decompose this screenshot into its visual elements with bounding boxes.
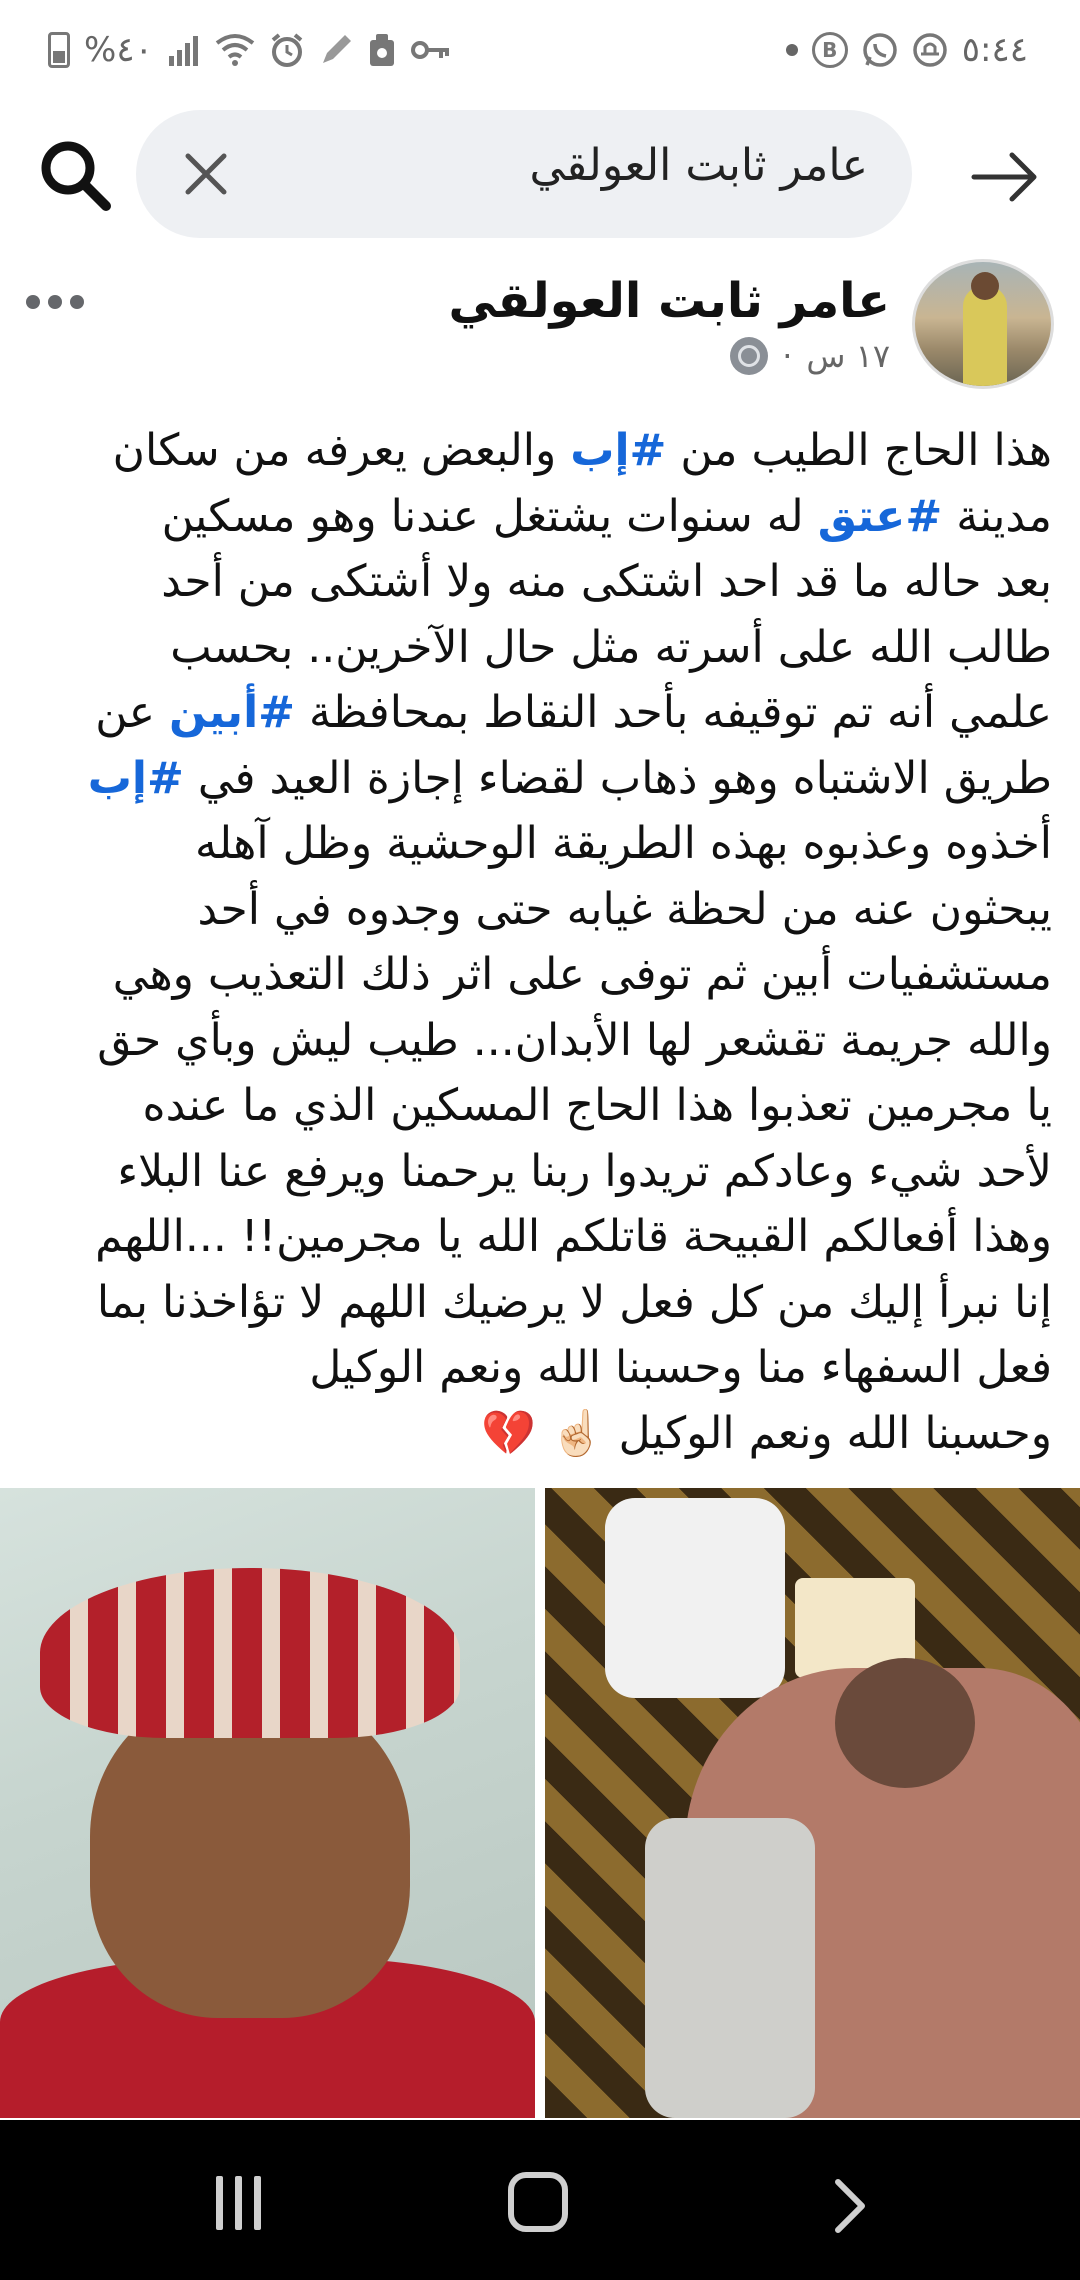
post-text-line: هذا الحاج الطيب من #إب والبعض يعرفه من س… bbox=[28, 418, 1052, 484]
search-query: عامر ثابت العولقي bbox=[529, 140, 868, 191]
search-icon bbox=[41, 141, 111, 211]
post-text-line: مدينة #عتق له سنوات يشتغل عندنا وهو مسكي… bbox=[28, 484, 1052, 550]
post-text-segment: أخذوه وعذبوه بهذه الطريقة الوحشية وظل آه… bbox=[195, 818, 1052, 869]
post-text-segment: لأحد شيء وعادكم تريدوا ربنا يرحمنا ويرفع… bbox=[117, 1145, 1052, 1197]
hashtag-link[interactable]: #إب bbox=[570, 425, 666, 476]
post-text-segment: طريق الاشتباه وهو ذهاب لقضاء إجازة العيد… bbox=[183, 752, 1052, 804]
photo-bag bbox=[605, 1498, 785, 1698]
post-author[interactable]: عامر ثابت العولقي bbox=[449, 273, 891, 329]
post-text-segment: يا مجرمين تعذبوا هذا الحاج المسكين الذي … bbox=[142, 1080, 1052, 1131]
post-text-segment: بعد حاله ما قد احد اشتكى منه ولا أشتكى م… bbox=[161, 556, 1052, 607]
avatar[interactable] bbox=[912, 259, 1054, 389]
post-text-segment: وحسبنا الله ونعم الوكيل ☝🏻 💔 bbox=[481, 1407, 1052, 1459]
post-text-segment: مستشفيات أبين ثم توفى على اثر ذلك التعذي… bbox=[112, 949, 1052, 1000]
post-text-segment: له سنوات يشتغل عندنا وهو مسكين bbox=[161, 490, 818, 542]
whatsapp-icon bbox=[862, 32, 898, 68]
post-text: هذا الحاج الطيب من #إب والبعض يعرفه من س… bbox=[28, 418, 1052, 1466]
post-photo-portrait[interactable] bbox=[0, 1488, 535, 2118]
hashtag-link[interactable]: #إب bbox=[88, 753, 184, 804]
more-dot-icon bbox=[26, 295, 40, 309]
post-photos bbox=[0, 1488, 1080, 2118]
post-text-segment: فعل السفهاء منا وحسبنا الله ونعم الوكيل bbox=[309, 1342, 1052, 1393]
alarm-icon bbox=[269, 32, 305, 68]
search-button[interactable] bbox=[36, 136, 116, 216]
avatar-head bbox=[971, 272, 999, 300]
status-bar-right: B ٥:٤٤ bbox=[785, 28, 1028, 72]
status-bar-left: %٤٠ bbox=[48, 28, 451, 72]
more-dot-icon bbox=[48, 295, 62, 309]
post-text-line: إنا نبرأ إليك من كل فعل لا يرضيك اللهم ل… bbox=[28, 1270, 1052, 1336]
post-text-segment: يبحثون عنه من لحظة غيابه حتى وجدوه في أح… bbox=[197, 883, 1052, 935]
wifi-icon bbox=[215, 33, 255, 67]
post-text-segment: والله جريمة تقشعر لها الأبدان... طيب ليش… bbox=[97, 1014, 1052, 1066]
b-icon: B bbox=[811, 32, 848, 68]
battery-icon bbox=[48, 32, 70, 68]
arrow-right-icon bbox=[971, 152, 1037, 202]
post-text-segment: وهذا أفعالكم القبيحة قاتلكم الله يا مجرم… bbox=[95, 1211, 1052, 1262]
post-text-segment: هذا الحاج الطيب من bbox=[666, 425, 1052, 476]
post-text-segment: إنا نبرأ إليك من كل فعل لا يرضيك اللهم ل… bbox=[96, 1276, 1052, 1328]
hashtag-link[interactable]: #عتق bbox=[818, 491, 943, 542]
post-time[interactable]: ١٧ س bbox=[806, 337, 890, 375]
post-text-line: وحسبنا الله ونعم الوكيل ☝🏻 💔 bbox=[28, 1401, 1052, 1467]
globe-icon bbox=[730, 337, 769, 375]
signal-icon bbox=[167, 34, 201, 66]
post-text-line: والله جريمة تقشعر لها الأبدان... طيب ليش… bbox=[28, 1008, 1052, 1074]
post-text-line: مستشفيات أبين ثم توفى على اثر ذلك التعذي… bbox=[28, 942, 1052, 1008]
recents-bar-icon bbox=[215, 2176, 223, 2230]
close-icon bbox=[185, 153, 227, 195]
post-text-line: لأحد شيء وعادكم تريدوا ربنا يرحمنا ويرفع… bbox=[28, 1139, 1052, 1205]
avatar-person bbox=[963, 286, 1007, 386]
key-icon bbox=[410, 38, 451, 62]
post-text-segment: مدينة bbox=[942, 490, 1052, 542]
post-photo-victim[interactable] bbox=[545, 1488, 1080, 2118]
post-text-line: فعل السفهاء منا وحسبنا الله ونعم الوكيل bbox=[28, 1335, 1052, 1401]
nav-back-button[interactable] bbox=[820, 2176, 880, 2236]
clear-search-button[interactable] bbox=[176, 144, 236, 204]
clock: ٥:٤٤ bbox=[961, 30, 1028, 70]
home-button[interactable] bbox=[508, 2172, 568, 2232]
photo-cloth bbox=[645, 1818, 815, 2118]
dot-icon bbox=[785, 44, 798, 56]
hashtag-link[interactable]: #أبين bbox=[169, 687, 295, 738]
photo-head bbox=[835, 1658, 975, 1788]
post-meta: ١٧ س · bbox=[730, 337, 890, 375]
system-nav-bar bbox=[0, 2120, 1080, 2280]
post-text-line: أخذوه وعذبوه بهذه الطريقة الوحشية وظل آه… bbox=[28, 811, 1052, 877]
recents-button[interactable] bbox=[208, 2176, 268, 2232]
post-text-line: طريق الاشتباه وهو ذهاب لقضاء إجازة العيد… bbox=[28, 746, 1052, 812]
post-text-line: وهذا أفعالكم القبيحة قاتلكم الله يا مجرم… bbox=[28, 1204, 1052, 1270]
status-bar: %٤٠ B ٥:٤٤ bbox=[0, 0, 1080, 100]
post-text-segment: علمي أنه تم توقيفه بأحد النقاط بمحافظة bbox=[295, 687, 1052, 738]
post-text-line: بعد حاله ما قد احد اشتكى منه ولا أشتكى م… bbox=[28, 549, 1052, 615]
edit-icon bbox=[319, 33, 353, 67]
post-text-line: علمي أنه تم توقيفه بأحد النقاط بمحافظة #… bbox=[28, 680, 1052, 746]
search-input[interactable]: عامر ثابت العولقي bbox=[136, 110, 912, 238]
more-options-button[interactable] bbox=[26, 295, 84, 309]
post-text-segment: والبعض يعرفه من سكان bbox=[112, 425, 571, 476]
search-row: عامر ثابت العولقي bbox=[0, 108, 1080, 238]
post-text-line: يبحثون عنه من لحظة غيابه حتى وجدوه في أح… bbox=[28, 877, 1052, 943]
meta-separator: · bbox=[782, 337, 793, 375]
more-dot-icon bbox=[70, 295, 84, 309]
post-text-line: يا مجرمين تعذبوا هذا الحاج المسكين الذي … bbox=[28, 1073, 1052, 1139]
battery-percent: %٤٠ bbox=[84, 30, 153, 70]
post-text-segment: عن bbox=[95, 687, 169, 738]
recents-bar-icon bbox=[234, 2176, 242, 2230]
back-button[interactable] bbox=[970, 142, 1040, 212]
chevron-right-icon bbox=[835, 2179, 865, 2233]
app-icon bbox=[912, 32, 948, 68]
post-text-segment: طالب الله على أسرته مثل حال الآخرين.. بح… bbox=[170, 621, 1052, 673]
post-text-line: طالب الله على أسرته مثل حال الآخرين.. بح… bbox=[28, 615, 1052, 681]
recents-bar-icon bbox=[253, 2176, 261, 2230]
post-header: عامر ثابت العولقي ١٧ س · bbox=[0, 255, 1080, 395]
tray-icon bbox=[367, 32, 397, 68]
photo-turban bbox=[40, 1568, 460, 1738]
